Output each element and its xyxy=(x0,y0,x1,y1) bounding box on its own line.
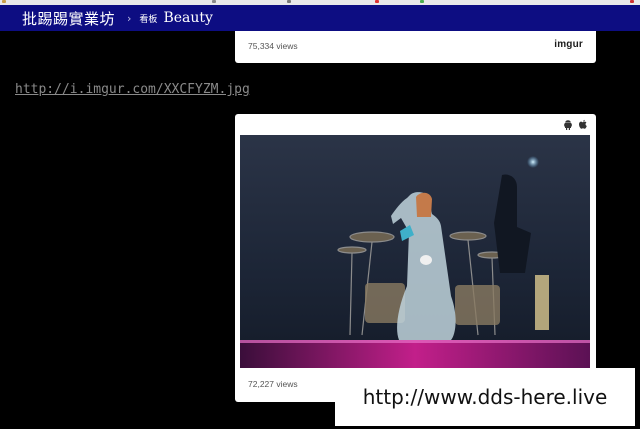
imgur-logo[interactable]: imgur xyxy=(554,39,583,50)
view-count: 72,227 views xyxy=(248,379,298,389)
imgur-embed-main: 72,227 views xyxy=(235,114,596,402)
ptt-header: 批踢踢實業坊 › 看板 Beauty xyxy=(0,5,640,31)
watermark-text: http://www.dds-here.live xyxy=(362,385,608,409)
board-prefix-label: 看板 xyxy=(139,14,158,25)
view-count: 75,334 views xyxy=(248,41,298,51)
android-icon[interactable] xyxy=(563,119,573,132)
platform-icons xyxy=(563,119,588,132)
watermark-banner: http://www.dds-here.live xyxy=(335,368,635,426)
imgur-embed-top: 75,334 views imgur xyxy=(235,31,596,63)
breadcrumb-separator: › xyxy=(127,11,132,25)
apple-icon[interactable] xyxy=(578,119,588,132)
image-link[interactable]: http://i.imgur.com/XXCFYZM.jpg xyxy=(15,82,250,97)
site-name-link[interactable]: 批踢踢實業坊 xyxy=(22,8,115,29)
concert-photo[interactable] xyxy=(240,135,590,368)
board-link[interactable]: Beauty xyxy=(163,10,212,26)
